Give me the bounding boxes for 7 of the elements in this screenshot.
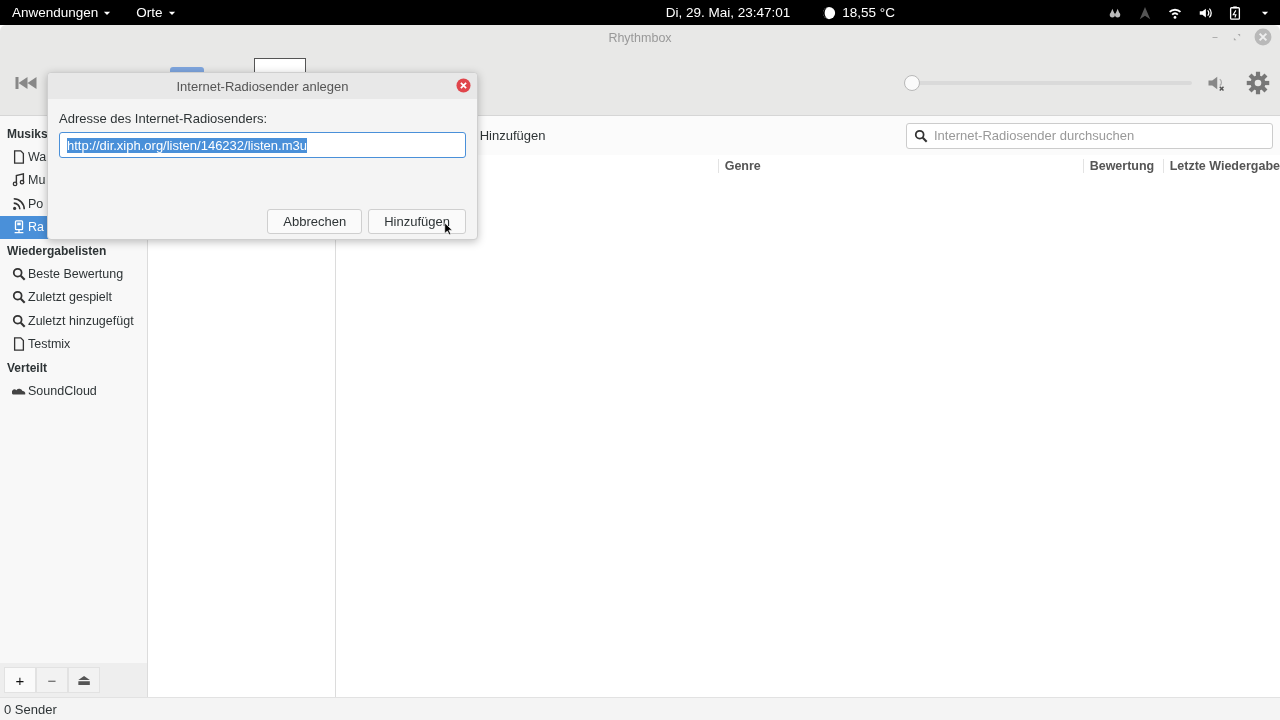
window-title: Rhythmbox [608,30,672,45]
section-heading: Wiedergabelisten [6,243,108,260]
field-label: Adresse des Internet-Radiosenders: [59,111,269,126]
status-text: 0 Sender [4,701,57,717]
section-heading: Musiks [6,126,49,143]
dialog-title: Internet-Radiosender anlegen [176,78,349,94]
section-heading: Verteilt [6,360,49,377]
